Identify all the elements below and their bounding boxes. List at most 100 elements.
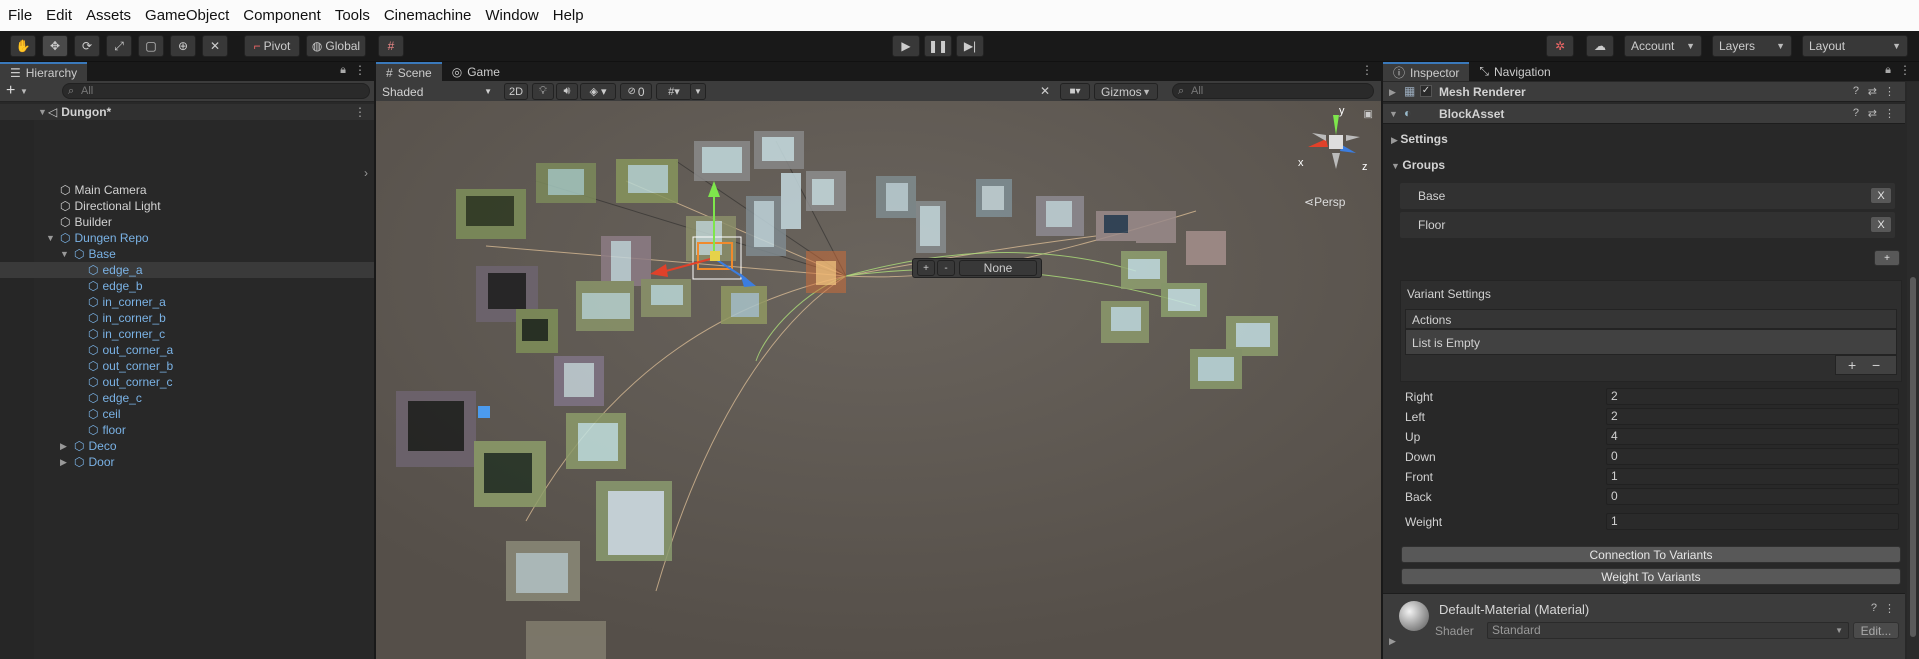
hierarchy-item[interactable]: ⬡ in_corner_c [0,326,374,342]
preset-icon[interactable]: ⇄ [1868,85,1877,98]
rotate-tool-button[interactable]: ⟳ [74,35,100,57]
scale-tool-button[interactable]: ⤢ [106,35,132,57]
help-icon[interactable]: ? [1853,107,1859,119]
move-tool-button[interactable]: ✥ [42,35,68,57]
blockasset-header[interactable]: ▼ ◐ BlockAsset ? ⇄ ⋮ [1383,104,1905,124]
scene-search-input[interactable]: ⌕ All [1172,83,1374,99]
lock-icon[interactable]: ▣ [1364,109,1373,120]
mesh-renderer-header[interactable]: ▶ ▦ ✓ Mesh Renderer ? ⇄ ⋮ [1383,82,1905,102]
hierarchy-item[interactable]: ⬡ in_corner_a [0,294,374,310]
fold-closed-icon[interactable]: ▶ [1389,636,1396,647]
fold-closed-icon[interactable]: ▶ [1389,87,1396,98]
field-input[interactable]: 1 [1606,468,1899,485]
play-button[interactable]: ▶ [892,35,920,57]
toggle-2d-button[interactable]: 2D [504,83,528,100]
field-input[interactable]: 0 [1606,488,1899,505]
menu-item[interactable]: File [8,7,32,24]
overlay-remove-button[interactable]: - [937,260,955,276]
hierarchy-item[interactable]: ⬡ out_corner_b [0,358,374,374]
field-input[interactable]: 2 [1606,388,1899,405]
tab-game[interactable]: ◎ Game [442,62,510,81]
tools-icon[interactable]: ✕ [1040,84,1050,98]
pivot-toggle[interactable]: ⌐ Pivot [244,35,300,57]
scene-viewport[interactable]: + - None y x z ▣ ⋖Persp [376,101,1381,659]
fold-open-icon[interactable]: ▼ [1389,109,1398,119]
hierarchy-item[interactable]: ⬡ edge_a [0,262,374,278]
audio-toggle[interactable]: 🔊︎ [556,83,578,100]
hierarchy-item[interactable]: ▶ ⬡ Door [0,454,374,470]
menu-item[interactable]: Assets [86,7,131,24]
grid-dropdown[interactable]: #▾ [656,83,692,100]
collab-button[interactable]: ✲ [1546,35,1574,57]
hierarchy-item[interactable]: ⬡ in_corner_b [0,310,374,326]
weight-field[interactable]: 1 [1606,513,1899,530]
hierarchy-item[interactable]: ⬡ out_corner_c [0,374,374,390]
kebab-menu-icon[interactable]: ⋮ [354,104,366,120]
camera-dropdown[interactable]: ■▾ [1060,83,1090,100]
hierarchy-item[interactable]: ⬡ edge_b [0,278,374,294]
hierarchy-item[interactable]: ⬡ Builder [0,214,374,230]
hierarchy-item[interactable]: ▶ ⬡ Deco [0,438,374,454]
scene-row[interactable]: ▼ ◁ Dungon* ⋮ [0,104,374,120]
kebab-menu-icon[interactable]: ⋮ [1361,63,1373,77]
step-button[interactable]: ▶| [956,35,984,57]
custom-tool-button[interactable]: ✕ [202,35,228,57]
hierarchy-search-input[interactable]: ⌕ All [62,83,370,99]
create-plus-button[interactable]: + [6,82,15,100]
list-add-button[interactable]: + [1848,357,1856,373]
kebab-menu-icon[interactable]: ⋮ [1884,85,1895,98]
inspector-scrollbar[interactable] [1907,82,1919,659]
hand-tool-button[interactable]: ✋ [10,35,36,57]
layers-dropdown[interactable]: Layers ▼ [1712,35,1792,57]
field-input[interactable]: 2 [1606,408,1899,425]
lighting-toggle[interactable]: 💡︎ [532,83,554,100]
rect-tool-button[interactable]: ▢ [138,35,164,57]
remove-group-button[interactable]: X [1870,187,1892,204]
projection-toggle[interactable]: ⋖Persp [1304,195,1345,209]
kebab-menu-icon[interactable]: ⋮ [354,63,366,77]
menu-item[interactable]: Help [553,7,584,24]
hidden-objects-toggle[interactable]: ⊘ 0 [620,83,652,100]
pause-button[interactable]: ❚❚ [924,35,952,57]
tab-scene[interactable]: # Scene [376,62,442,81]
hierarchy-item[interactable]: ⬡ edge_c [0,390,374,406]
weight-to-variants-button[interactable]: Weight To Variants [1401,568,1901,585]
transform-tool-button[interactable]: ⊕ [170,35,196,57]
group-item[interactable]: Base X [1400,183,1895,209]
hierarchy-item[interactable]: ⬡ floor [0,422,374,438]
hierarchy-item[interactable]: ⬡ Directional Light [0,198,374,214]
cloud-button[interactable]: ☁ [1586,35,1614,57]
menu-item[interactable]: Edit [46,7,72,24]
hierarchy-item[interactable]: ▼ ⬡ Dungen Repo [0,230,374,246]
groups-foldout[interactable]: ▼ Groups [1391,158,1445,172]
hierarchy-item[interactable]: ⬡ Main Camera [0,182,374,198]
chevron-right-icon[interactable]: › [364,166,368,180]
tab-hierarchy[interactable]: ☰ Hierarchy [0,62,88,81]
kebab-menu-icon[interactable]: ⋮ [1884,602,1895,615]
account-dropdown[interactable]: Account ▼ [1624,35,1702,57]
menu-item[interactable]: GameObject [145,7,229,24]
help-icon[interactable]: ? [1853,85,1859,97]
menu-item[interactable]: Component [243,7,321,24]
lock-icon[interactable]: 🔒︎ [1885,64,1891,77]
grid-snap-button[interactable]: # [378,35,404,57]
fold-open-icon[interactable]: ▼ [46,230,55,246]
kebab-menu-icon[interactable]: ⋮ [1884,107,1895,120]
effects-dropdown[interactable]: ◈ ▾ [580,83,616,100]
field-input[interactable]: 4 [1606,428,1899,445]
global-toggle[interactable]: ◍ Global [306,35,366,57]
list-remove-button[interactable]: − [1872,357,1880,373]
fold-closed-icon[interactable]: ▶ [60,454,67,470]
fold-open-icon[interactable]: ▼ [38,104,47,120]
shader-dropdown[interactable]: Standard ▼ [1487,622,1849,639]
chevron-down-icon[interactable]: ▼ [20,87,28,96]
layout-dropdown[interactable]: Layout ▼ [1802,35,1908,57]
overlay-add-button[interactable]: + [917,260,935,276]
enabled-checkbox[interactable]: ✓ [1420,85,1432,97]
fold-open-icon[interactable]: ▼ [60,246,69,262]
edit-shader-button[interactable]: Edit... [1853,622,1899,639]
more-dropdown[interactable]: ▼ [690,83,706,100]
tab-navigation[interactable]: ⤡ Navigation [1469,62,1560,81]
shading-dropdown[interactable]: Shaded ▼ [378,83,496,100]
menu-item[interactable]: Tools [335,7,370,24]
